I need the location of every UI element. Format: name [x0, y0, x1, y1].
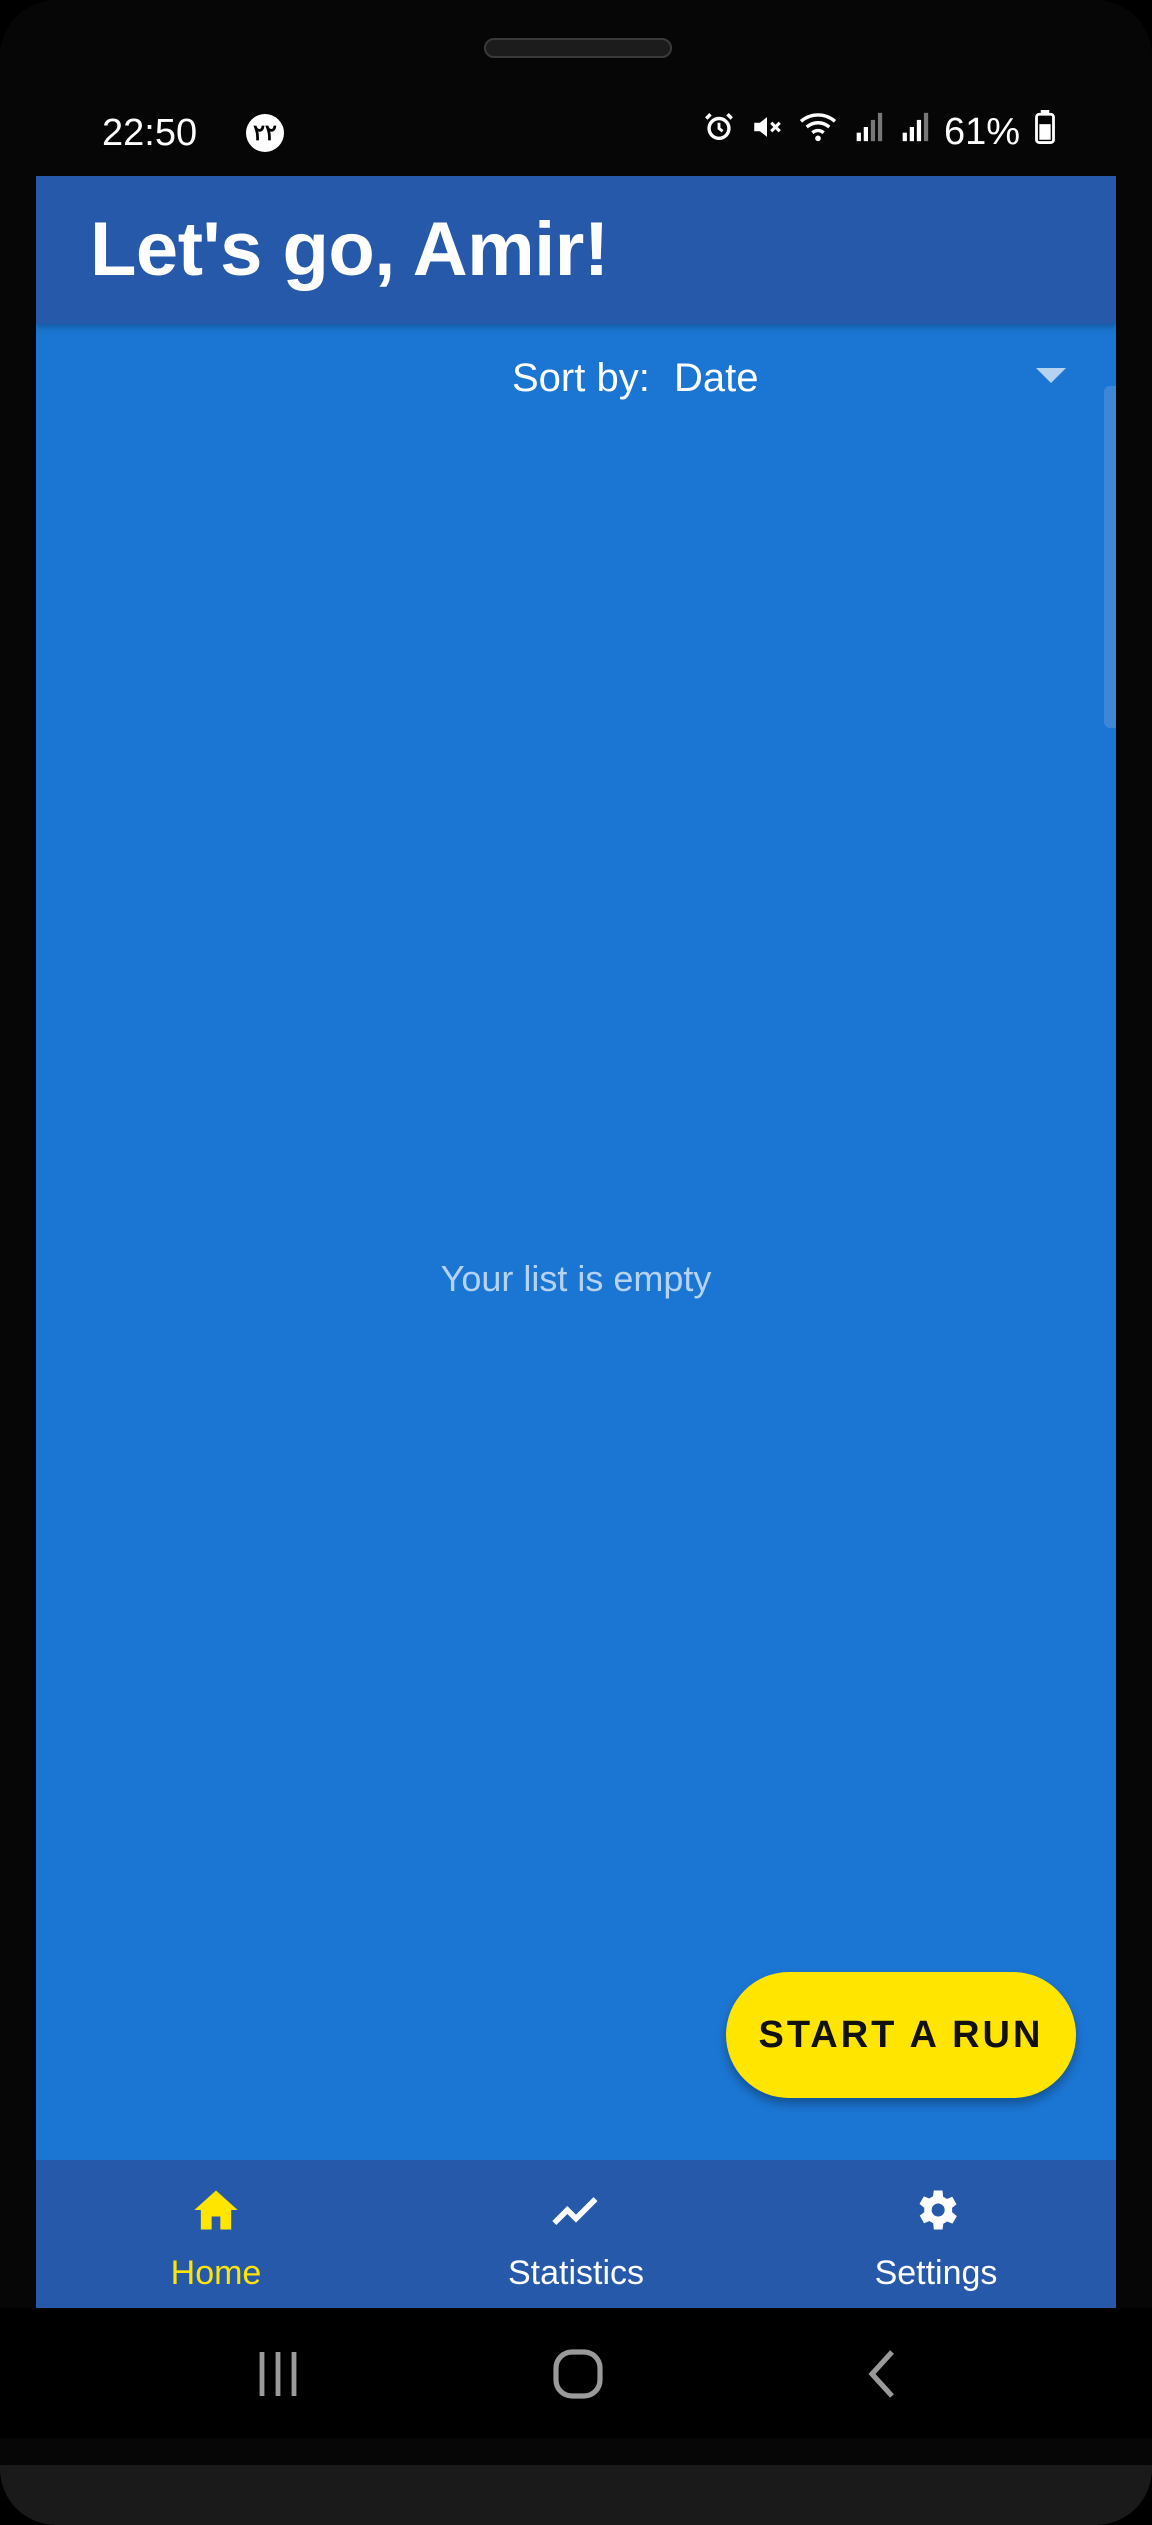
status-date-badge: ۲۲: [246, 114, 284, 152]
caret-down-icon[interactable]: [1036, 368, 1066, 389]
gear-icon: [910, 2184, 962, 2236]
recent-apps-icon[interactable]: [248, 2344, 308, 2404]
system-nav-bar: [0, 2308, 1152, 2438]
home-icon: [190, 2184, 242, 2236]
battery-icon: [1034, 110, 1056, 154]
nav-item-home[interactable]: Home: [36, 2160, 396, 2308]
status-bar: 22:50 ۲۲ 61%: [36, 104, 1116, 168]
start-run-button[interactable]: START A RUN: [726, 1972, 1076, 2098]
page-title: Let's go, Amir!: [90, 207, 609, 292]
nav-label: Statistics: [507, 2254, 645, 2292]
nav-label: Settings: [874, 2254, 998, 2292]
mute-icon: [750, 110, 784, 154]
phone-frame: 22:50 ۲۲ 61% Let's go, Amir! Sort by: Da…: [0, 0, 1152, 2525]
sort-dropdown[interactable]: Sort by: Date: [36, 346, 1116, 416]
status-icons: 61%: [702, 110, 1056, 154]
scrollbar-thumb[interactable]: [1104, 386, 1116, 728]
app-screen: Let's go, Amir! Sort by: Date Your list …: [36, 176, 1116, 2308]
nav-item-statistics[interactable]: Statistics: [396, 2160, 756, 2308]
phone-bezel: [0, 2465, 1152, 2525]
app-bar: Let's go, Amir!: [36, 176, 1116, 324]
earpiece: [484, 38, 672, 58]
nav-label: Home: [170, 2254, 262, 2292]
nav-item-settings[interactable]: Settings: [756, 2160, 1116, 2308]
chart-line-icon: [550, 2184, 602, 2236]
status-time: 22:50: [102, 112, 198, 154]
bottom-nav: Home Statistics Settings: [36, 2160, 1116, 2308]
sort-value[interactable]: Date: [674, 356, 759, 401]
home-button-icon[interactable]: [548, 2344, 608, 2404]
wifi-icon: [798, 110, 838, 154]
alarm-icon: [702, 110, 736, 154]
sort-label: Sort by:: [512, 356, 650, 400]
back-icon[interactable]: [854, 2344, 914, 2404]
battery-percent: 61%: [943, 110, 1020, 153]
signal-icon: [898, 110, 930, 154]
signal-icon: [852, 110, 884, 154]
empty-list-message: Your list is empty: [440, 1258, 712, 1299]
